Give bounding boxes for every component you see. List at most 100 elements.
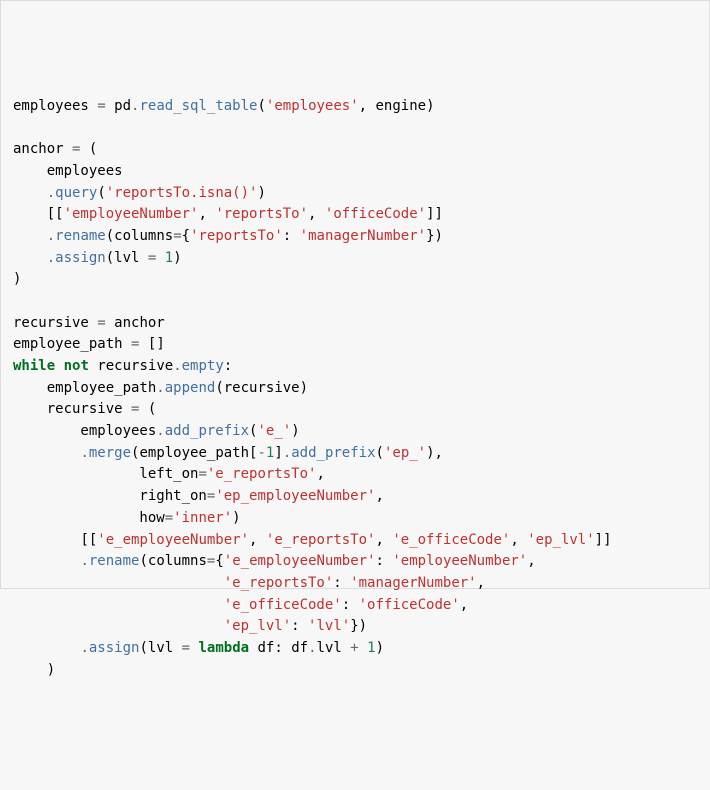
code-token-str: 'e_reportsTo' [207, 466, 317, 482]
code-token-punct: , [510, 532, 518, 548]
code-token-punct: [[ [80, 532, 97, 548]
code-token-str: 'reportsTo.isna()' [106, 185, 258, 201]
code-token-name: employee_path [13, 336, 123, 352]
code-token-plain: engine [367, 98, 426, 114]
code-token-punct: ( [89, 141, 97, 157]
code-line: .rename(columns={'reportsTo': 'managerNu… [13, 226, 697, 248]
code-line: employees = pd.read_sql_table('employees… [13, 96, 697, 118]
code-token-str: 'managerNumber' [350, 575, 476, 591]
code-token-punct: ( [106, 228, 114, 244]
code-token-str: 'e_reportsTo' [224, 575, 334, 591]
code-token-plain [13, 597, 224, 613]
code-line: .rename(columns={'e_employeeNumber': 'em… [13, 551, 697, 573]
code-token-str: 'ep_' [384, 445, 426, 461]
code-line: employees.add_prefix('e_') [13, 421, 697, 443]
code-line: recursive = ( [13, 399, 697, 421]
code-token-plain: recursive [13, 401, 131, 417]
code-token-plain [291, 228, 299, 244]
code-token-punct: ) [173, 250, 181, 266]
code-token-punct: ( [215, 380, 223, 396]
code-token-plain [64, 141, 72, 157]
code-token-name: recursive [13, 315, 89, 331]
code-line: 'e_officeCode': 'officeCode', [13, 595, 697, 617]
code-token-plain: columns [114, 228, 173, 244]
code-line [13, 117, 697, 139]
code-token-punct: ), [426, 445, 443, 461]
code-token-punct: , [375, 488, 383, 504]
code-token-plain [300, 618, 308, 634]
code-token-plain: recursive [89, 358, 173, 374]
code-token-plain [13, 618, 224, 634]
code-token-punct: , [375, 532, 383, 548]
code-token-plain [156, 250, 164, 266]
code-token-punct: }) [350, 618, 367, 634]
code-token-punct: : [291, 618, 299, 634]
code-token-str: 'e_officeCode' [224, 597, 342, 613]
code-token-plain: employees [13, 423, 156, 439]
code-line: [['employeeNumber', 'reportsTo', 'office… [13, 204, 697, 226]
code-token-punct: ) [13, 271, 21, 287]
code-token-punct: ( [106, 250, 114, 266]
code-token-punct: ) [47, 662, 55, 678]
code-token-punct: : [274, 640, 282, 656]
code-token-plain [519, 532, 527, 548]
code-line: employees [13, 161, 697, 183]
code-line: recursive = anchor [13, 313, 697, 335]
code-token-call: append [165, 380, 216, 396]
code-token-op: = [97, 98, 105, 114]
code-token-call: rename [89, 553, 140, 569]
code-token-str: 'officeCode' [325, 206, 426, 222]
code-token-punct: ( [148, 401, 156, 417]
code-token-plain: columns [148, 553, 207, 569]
code-token-call: add_prefix [291, 445, 375, 461]
code-token-plain [190, 640, 198, 656]
code-token-plain: pd [106, 98, 131, 114]
code-token-punct: , [198, 206, 206, 222]
code-token-call: assign [89, 640, 140, 656]
code-token-op: = [97, 315, 105, 331]
code-token-op: = [198, 466, 206, 482]
code-token-op: . [80, 553, 88, 569]
code-token-punct: { [215, 553, 223, 569]
code-token-punct: ) [257, 185, 265, 201]
code-token-op: . [173, 358, 181, 374]
code-token-str: 'employeeNumber' [64, 206, 199, 222]
code-token-plain [342, 575, 350, 591]
code-token-plain [359, 640, 367, 656]
code-token-plain [55, 358, 63, 374]
code-token-plain: lvl [317, 640, 351, 656]
code-token-name: anchor [13, 141, 64, 157]
code-token-call: rename [55, 228, 106, 244]
code-token-str: 'lvl' [308, 618, 350, 634]
code-token-punct: , [359, 98, 367, 114]
code-token-kw: while [13, 358, 55, 374]
code-token-punct: : [224, 358, 232, 374]
code-token-str: 'reportsTo' [190, 228, 283, 244]
code-token-punct: ) [376, 640, 384, 656]
code-token-op: . [156, 380, 164, 396]
code-token-plain: anchor [106, 315, 165, 331]
code-block: employees = pd.read_sql_table('employees… [13, 96, 697, 682]
code-token-plain: lvl [148, 640, 182, 656]
code-token-plain: employee_path [13, 380, 156, 396]
code-line: .merge(employee_path[-1].add_prefix('ep_… [13, 443, 697, 465]
code-token-plain: recursive [224, 380, 300, 396]
code-token-str: 'ep_lvl' [224, 618, 291, 634]
code-token-punct: [[ [47, 206, 64, 222]
code-token-str: 'e_' [257, 423, 291, 439]
code-line: .assign(lvl = 1) [13, 248, 697, 270]
code-token-punct: ( [139, 553, 147, 569]
code-line: employee_path.append(recursive) [13, 378, 697, 400]
code-token-op: = [165, 510, 173, 526]
code-token-plain [13, 532, 80, 548]
code-token-op: - [257, 445, 265, 461]
code-token-plain [13, 640, 80, 656]
code-token-punct: ) [300, 380, 308, 396]
code-token-punct: ) [426, 98, 434, 114]
code-token-op: . [283, 445, 291, 461]
code-token-str: 'officeCode' [359, 597, 460, 613]
code-token-plain [13, 445, 80, 461]
code-token-plain: how [13, 510, 165, 526]
code-token-plain [123, 336, 131, 352]
code-token-str: 'e_employeeNumber' [97, 532, 249, 548]
